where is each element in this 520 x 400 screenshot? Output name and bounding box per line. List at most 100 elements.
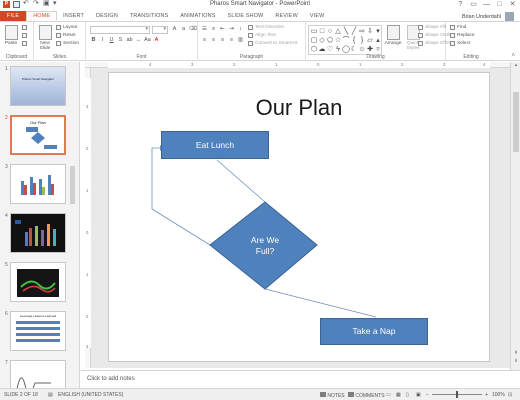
thumbnail-item[interactable]: 3 — [0, 162, 79, 208]
shape-diamond-icon[interactable]: ◇ — [318, 36, 326, 45]
shape-scroll-icon[interactable]: ▴ — [374, 36, 382, 45]
language-indicator[interactable]: ENGLISH (UNITED STATES) — [58, 392, 123, 398]
text-direction-button[interactable]: Text Direction — [248, 25, 284, 30]
thumbnail-item[interactable]: 1 Pharos Smart Navigator — [0, 64, 79, 110]
reading-view-icon[interactable]: ▯ — [406, 392, 409, 398]
shape-fill-button[interactable]: Shape Fill — [418, 25, 446, 30]
scroll-up-icon[interactable]: ▴ — [511, 62, 520, 68]
shape-cloud-icon[interactable]: ☁ — [318, 45, 326, 54]
decision-label[interactable]: Are We Full? — [221, 231, 309, 261]
ribbon-display-button[interactable]: ▭ — [468, 0, 479, 10]
maximize-button[interactable]: □ — [494, 0, 505, 10]
shape-triangle-icon[interactable]: △ — [334, 27, 342, 36]
slideshow-view-icon[interactable]: ▣ — [416, 392, 421, 398]
slide-thumbnail[interactable] — [10, 360, 66, 390]
align-text-button[interactable]: Align Text — [248, 33, 276, 38]
slide-thumbnail[interactable] — [10, 164, 66, 204]
tab-file[interactable]: FILE — [0, 11, 27, 21]
loop-connector-line[interactable] — [151, 147, 211, 246]
help-button[interactable]: ? — [455, 0, 466, 10]
convert-smartart-button[interactable]: Convert to SmartArt — [248, 41, 297, 46]
align-right-icon[interactable]: ≡ — [219, 37, 226, 44]
shape-bolt-icon[interactable]: ϟ — [334, 45, 342, 54]
minimize-button[interactable]: — — [481, 0, 492, 10]
copy-button[interactable] — [22, 33, 27, 38]
slide-sorter-icon[interactable]: ▦ — [396, 392, 401, 398]
char-spacing-icon[interactable]: ↔ — [135, 37, 142, 44]
thumbnail-scrollbar[interactable] — [70, 166, 75, 204]
slide-thumbnail[interactable]: Pharos Smart Navigator — [10, 66, 66, 106]
bullets-icon[interactable]: ☰ — [201, 26, 208, 33]
connector-line[interactable] — [264, 288, 377, 318]
tab-home[interactable]: HOME — [26, 11, 58, 21]
connector-line[interactable] — [216, 159, 266, 203]
layout-button[interactable]: Layout — [56, 25, 77, 30]
shape-rounded-icon[interactable]: ▢ — [310, 36, 318, 45]
shape-more-icon[interactable]: ▾ — [374, 27, 382, 36]
underline-icon[interactable]: U — [108, 37, 115, 44]
thumbnail-item[interactable]: 7 — [0, 358, 79, 390]
new-slide-button[interactable]: New Slide — [36, 25, 54, 51]
thumbnail-item[interactable]: 2 Our Plan — [0, 113, 79, 159]
section-button[interactable]: Section — [56, 41, 79, 46]
thumbnail-item[interactable]: 6 Leverage Lessons Learned — [0, 309, 79, 355]
font-size-dropdown[interactable] — [152, 26, 168, 34]
clear-formatting-icon[interactable]: ⌫ — [189, 26, 197, 33]
shape-pentagon-icon[interactable]: ⬠ — [326, 36, 334, 45]
zoom-level[interactable]: 100% — [492, 392, 505, 398]
tab-insert[interactable]: INSERT — [57, 11, 90, 21]
shape-arrow-icon[interactable]: ⇨ — [358, 27, 366, 36]
font-name-dropdown[interactable] — [90, 26, 150, 34]
thumbnail-item[interactable]: 4 — [0, 211, 79, 257]
line-spacing-icon[interactable]: ↕ — [237, 26, 244, 33]
decrease-indent-icon[interactable]: ⇤ — [219, 26, 226, 33]
notes-toggle-button[interactable]: NOTES — [320, 392, 345, 399]
tab-slide-show[interactable]: SLIDE SHOW — [222, 11, 270, 21]
zoom-out-icon[interactable]: − — [426, 392, 429, 398]
shape-oval-icon[interactable]: ○ — [326, 27, 334, 36]
increase-font-icon[interactable]: A — [171, 26, 178, 33]
shape-cross-icon[interactable]: ✚ — [366, 45, 374, 54]
tab-animations[interactable]: ANIMATIONS — [174, 11, 221, 21]
notes-pane[interactable]: Click to add notes — [81, 370, 520, 388]
shape-curve-icon[interactable]: ⌒ — [342, 36, 350, 45]
find-button[interactable]: Find — [450, 25, 466, 30]
shape-star-icon[interactable]: ☆ — [334, 36, 342, 45]
shape-hex-icon[interactable]: ⬡ — [310, 45, 318, 54]
align-center-icon[interactable]: ≡ — [210, 37, 217, 44]
scrollbar-thumb[interactable] — [513, 92, 519, 152]
shape-arrow2-icon[interactable]: ⇩ — [366, 27, 374, 36]
shape-brace2-icon[interactable]: } — [358, 36, 366, 45]
shape-callout-icon[interactable]: ▱ — [366, 36, 374, 45]
shape-line2-icon[interactable]: ╱ — [350, 27, 358, 36]
shadow-icon[interactable]: S — [117, 37, 124, 44]
previous-slide-icon[interactable]: ⇞ — [511, 350, 520, 356]
user-account[interactable]: Brian Underdahl — [462, 12, 514, 21]
slide-thumbnail[interactable]: Leverage Lessons Learned — [10, 311, 66, 351]
normal-view-icon[interactable]: ▭ — [386, 392, 391, 398]
shape-heart-icon[interactable]: ♡ — [326, 45, 334, 54]
spellcheck-icon[interactable]: ▤ — [48, 392, 53, 398]
arrange-button[interactable]: Arrange — [384, 25, 402, 46]
font-color-icon[interactable]: A — [153, 37, 160, 44]
change-case-icon[interactable]: Aa — [144, 37, 151, 44]
justify-icon[interactable]: ≡ — [228, 37, 235, 44]
decrease-font-icon[interactable]: a — [180, 26, 187, 33]
slide-thumbnail-selected[interactable]: Our Plan — [10, 115, 66, 155]
editor-vertical-scrollbar[interactable]: ▴ ⇞ ⇟ — [510, 62, 520, 370]
shapes-gallery[interactable]: ▭ □ ○ △ ╲ ╱ ⇨ ⇩ ▾ ▢ ◇ ⬠ ☆ ⌒ { } ▱ ▴ ⬡ ☁ … — [308, 25, 382, 55]
close-button[interactable]: ✕ — [507, 0, 518, 10]
tab-review[interactable]: REVIEW — [269, 11, 303, 21]
format-painter-button[interactable] — [22, 41, 27, 46]
shape-textbox-icon[interactable]: ▭ — [310, 27, 318, 36]
shape-expand-icon[interactable]: ▿ — [374, 45, 382, 54]
paste-button[interactable]: Paste — [2, 25, 20, 46]
strikethrough-icon[interactable]: ab — [126, 37, 133, 44]
shape-rect-icon[interactable]: □ — [318, 27, 326, 36]
slide-thumbnail[interactable] — [10, 262, 66, 302]
slide-thumbnail[interactable] — [10, 213, 66, 253]
increase-indent-icon[interactable]: ⇥ — [228, 26, 235, 33]
tab-view[interactable]: VIEW — [304, 11, 331, 21]
comments-toggle-button[interactable]: COMMENTS — [348, 392, 385, 399]
thumbnail-item[interactable]: 5 — [0, 260, 79, 306]
